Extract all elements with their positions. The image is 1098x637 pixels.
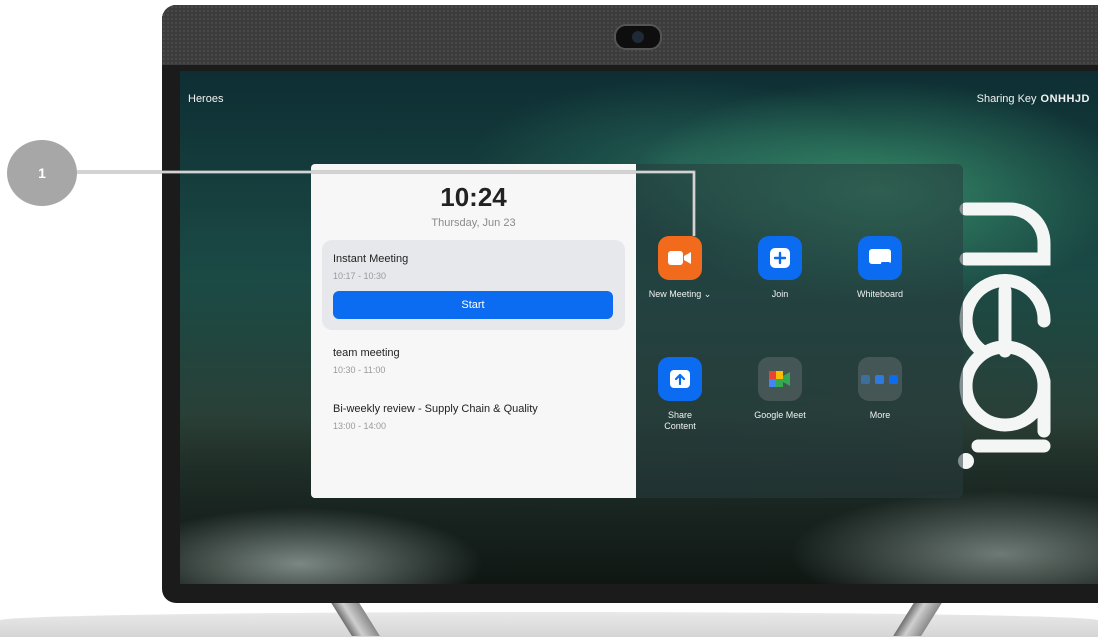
plus-icon <box>758 236 802 280</box>
share-up-arrow-icon <box>658 357 702 401</box>
meeting-title: Bi-weekly review - Supply Chain & Qualit… <box>333 403 538 415</box>
more-button[interactable]: More <box>840 357 920 421</box>
whiteboard-icon <box>858 236 902 280</box>
new-meeting-label: New Meeting <box>648 289 702 299</box>
google-meet-button[interactable]: Google Meet <box>740 357 820 421</box>
google-meet-label: Google Meet <box>754 410 806 420</box>
chevron-down-icon[interactable]: ⌄ <box>704 289 712 299</box>
display-screen: Heroes Sharing Key ONHHJD 10:24 Thursday,… <box>180 71 1098 584</box>
sharing-key: Sharing Key ONHHJD <box>977 93 1090 105</box>
clock-time: 10:24 <box>440 182 507 212</box>
meeting-time: 13:00 - 14:00 <box>333 421 387 431</box>
whiteboard-button[interactable]: Whiteboard <box>840 236 920 300</box>
google-meet-icon <box>758 357 802 401</box>
callout-number-badge: 1 <box>7 140 77 206</box>
current-meeting-title: Instant Meeting <box>333 253 409 265</box>
meeting-title: team meeting <box>333 347 400 359</box>
room-name: Heroes <box>188 93 224 105</box>
share-label: Share <box>667 410 693 420</box>
sharing-key-label: Sharing Key <box>976 93 1037 105</box>
share-content-button[interactable]: Share Content <box>640 357 720 432</box>
list-item[interactable]: Bi-weekly review - Supply Chain & Qualit… <box>333 403 538 431</box>
join-label: Join <box>771 289 789 299</box>
content-label: Content <box>664 421 696 431</box>
more-apps-icon <box>858 357 902 401</box>
current-meeting-card[interactable]: Instant Meeting 10:17 - 10:30 Start <box>322 240 625 330</box>
join-button[interactable]: Join <box>740 236 820 300</box>
meeting-time: 10:30 - 11:00 <box>333 365 386 375</box>
new-meeting-button[interactable]: New Meeting ⌄ <box>640 236 720 300</box>
sharing-key-value: ONHHJD <box>1040 93 1090 105</box>
whiteboard-label: Whiteboard <box>856 289 904 299</box>
video-camera-icon <box>658 236 702 280</box>
more-label: More <box>869 410 891 420</box>
calendar-panel: 10:24 Thursday, Jun 23 Instant Meeting 1… <box>311 164 636 498</box>
neat-board-device: Heroes Sharing Key ONHHJD 10:24 Thursday,… <box>162 5 1098 603</box>
speaker-bar <box>162 5 1098 65</box>
list-item[interactable]: team meeting 10:30 - 11:00 <box>333 347 400 375</box>
apps-panel: New Meeting ⌄ Join Whiteboard Share Cont… <box>636 164 963 498</box>
camera-icon <box>614 24 662 50</box>
start-meeting-button[interactable]: Start <box>333 291 613 319</box>
neat-logo <box>958 202 1051 469</box>
clock-date: Thursday, Jun 23 <box>431 217 516 229</box>
current-meeting-time: 10:17 - 10:30 <box>333 271 387 281</box>
